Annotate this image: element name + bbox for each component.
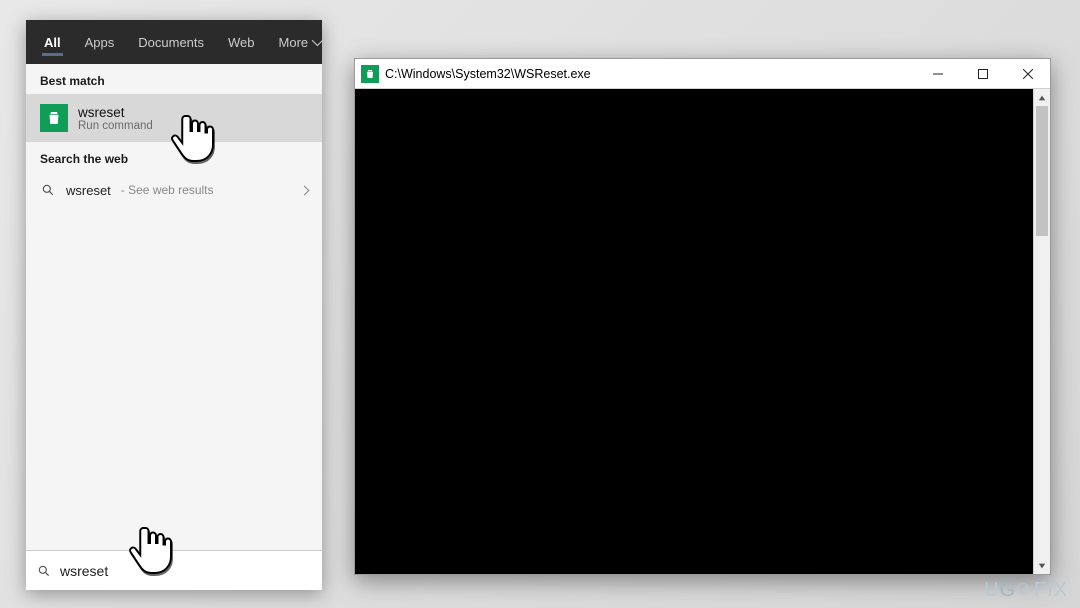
best-match-header: Best match — [26, 64, 322, 94]
watermark-part: FIX — [1034, 579, 1068, 601]
tab-all[interactable]: All — [32, 25, 73, 60]
search-icon — [36, 563, 52, 579]
tab-documents[interactable]: Documents — [126, 25, 216, 60]
console-output[interactable] — [355, 89, 1033, 574]
store-icon — [361, 65, 379, 83]
tab-more-label: More — [279, 35, 309, 50]
vertical-scrollbar[interactable] — [1033, 89, 1050, 574]
web-result-hint: - See web results — [121, 183, 214, 197]
minimize-button[interactable] — [915, 59, 960, 88]
search-tabs: All Apps Documents Web More — [26, 20, 322, 64]
tab-more[interactable]: More — [267, 25, 333, 60]
scrollbar-thumb[interactable] — [1036, 106, 1048, 236]
results-body — [26, 208, 322, 550]
tab-web[interactable]: Web — [216, 25, 267, 60]
tab-apps[interactable]: Apps — [73, 25, 127, 60]
store-icon — [40, 104, 68, 132]
chevron-right-icon — [300, 185, 310, 195]
best-match-subtitle: Run command — [78, 120, 153, 132]
search-web-header: Search the web — [26, 142, 322, 172]
close-button[interactable] — [1005, 59, 1050, 88]
search-input[interactable] — [60, 563, 312, 579]
window-title: C:\Windows\System32\WSReset.exe — [385, 67, 915, 81]
best-match-title: wsreset — [78, 105, 153, 120]
titlebar[interactable]: C:\Windows\System32\WSReset.exe — [355, 59, 1050, 89]
scrollbar-down-button[interactable] — [1034, 557, 1050, 574]
watermark: UG⟳FIX — [984, 577, 1068, 602]
watermark-part: G — [1000, 579, 1017, 601]
start-search-panel: All Apps Documents Web More Best match w… — [26, 20, 322, 590]
window-controls — [915, 59, 1050, 88]
best-match-text: wsreset Run command — [78, 105, 153, 132]
console-window: C:\Windows\System32\WSReset.exe — [354, 58, 1051, 575]
web-result-row[interactable]: wsreset - See web results — [26, 172, 322, 208]
scrollbar-track[interactable] — [1034, 106, 1050, 557]
web-result-query: wsreset — [66, 183, 111, 198]
search-box[interactable] — [26, 550, 322, 590]
chevron-down-icon — [312, 35, 323, 46]
scrollbar-up-button[interactable] — [1034, 89, 1050, 106]
best-match-result[interactable]: wsreset Run command — [26, 94, 322, 142]
search-icon — [40, 182, 56, 198]
maximize-button[interactable] — [960, 59, 1005, 88]
console-body-wrap — [355, 89, 1050, 574]
watermark-part: U — [984, 579, 999, 601]
